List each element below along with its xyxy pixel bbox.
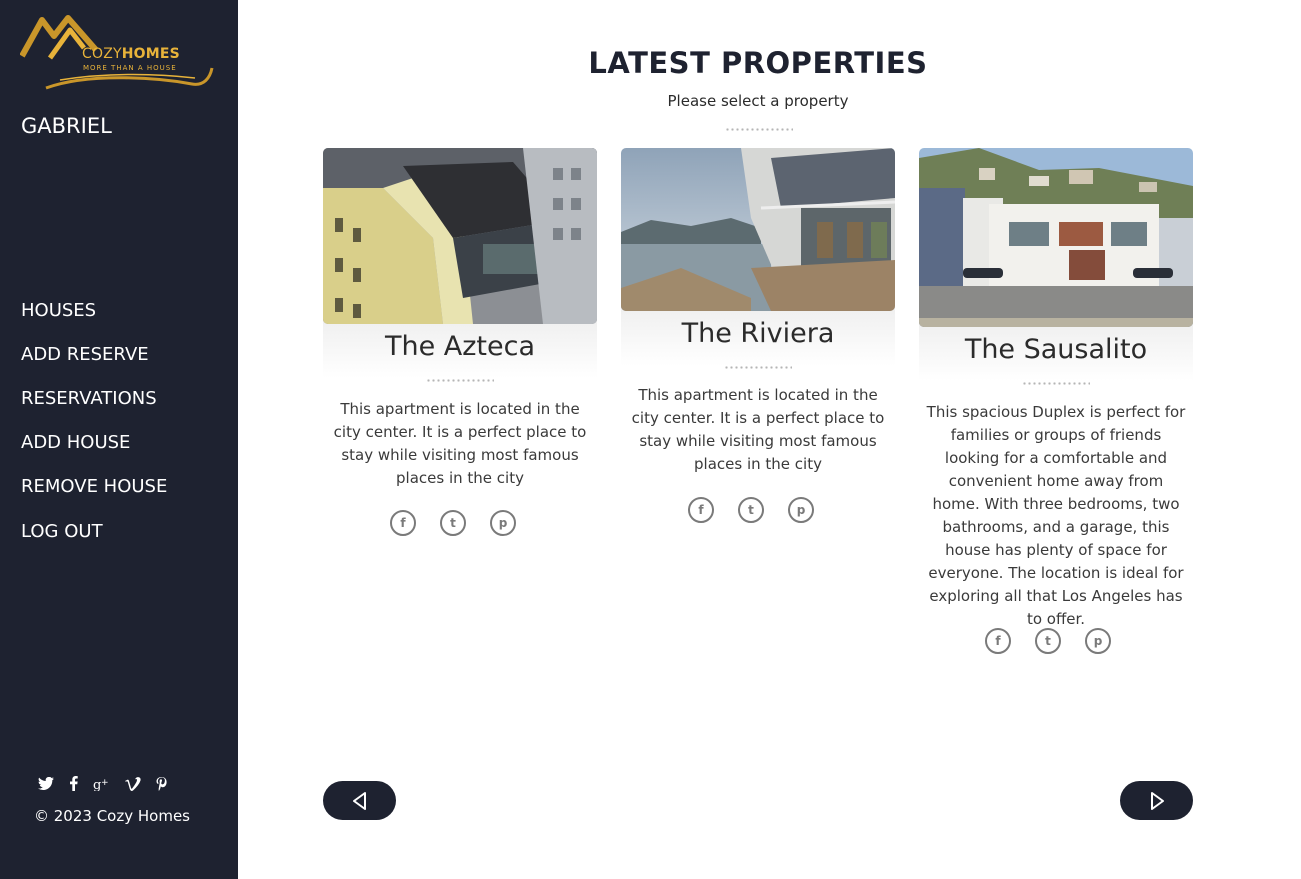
- page-title: LATEST PROPERTIES: [588, 46, 928, 80]
- nav-add-reserve[interactable]: ADD RESERVE: [21, 342, 167, 386]
- property-image: [919, 148, 1193, 327]
- facebook-icon[interactable]: f: [390, 510, 416, 536]
- cozy-homes-logo[interactable]: COZYHOMES MORE THAN A HOUSE: [20, 14, 216, 92]
- nav-reservations[interactable]: RESERVATIONS: [21, 386, 167, 430]
- twitter-icon[interactable]: t: [1035, 628, 1061, 654]
- facebook-icon[interactable]: f: [985, 628, 1011, 654]
- property-name[interactable]: The Azteca: [323, 331, 597, 362]
- nav-add-house[interactable]: ADD HOUSE: [21, 430, 167, 474]
- logo-brand-bold: HOMES: [121, 46, 180, 62]
- title-divider: [725, 128, 793, 131]
- property-share-icons: f t p: [688, 497, 814, 523]
- carousel-next-button[interactable]: [1120, 781, 1193, 820]
- twitter-icon[interactable]: [38, 777, 54, 790]
- property-description: This spacious Duplex is perfect for fami…: [926, 403, 1186, 628]
- property-share-icons: f t p: [390, 510, 516, 536]
- sidebar-social-links: g +: [38, 776, 167, 791]
- name-divider: [1022, 382, 1090, 385]
- pinterest-icon[interactable]: p: [788, 497, 814, 523]
- triangle-left-icon: [352, 791, 366, 810]
- svg-text:+: +: [101, 778, 109, 788]
- sidebar-nav: HOUSES ADD RESERVE RESERVATIONS ADD HOUS…: [21, 298, 167, 563]
- property-description: This apartment is located in the city ce…: [333, 400, 587, 487]
- property-image: [323, 148, 597, 324]
- property-photo-sausalito[interactable]: [919, 148, 1193, 327]
- name-divider: [426, 379, 494, 382]
- twitter-icon[interactable]: t: [440, 510, 466, 536]
- twitter-icon[interactable]: t: [738, 497, 764, 523]
- name-divider: [724, 366, 792, 369]
- property-card-azteca[interactable]: The Azteca This apartment is located in …: [323, 148, 597, 548]
- facebook-icon[interactable]: [69, 776, 78, 791]
- username: GABRIEL: [21, 114, 112, 138]
- google-plus-icon[interactable]: g +: [93, 777, 110, 791]
- copyright-text: © 2023 Cozy Homes: [34, 807, 190, 825]
- logo-tagline: MORE THAN A HOUSE: [83, 64, 177, 72]
- vimeo-icon[interactable]: [125, 776, 141, 791]
- property-image: [621, 148, 895, 311]
- nav-log-out[interactable]: LOG OUT: [21, 519, 167, 563]
- property-share-icons: f t p: [985, 628, 1111, 654]
- pinterest-icon[interactable]: p: [1085, 628, 1111, 654]
- logo-brand: COZYHOMES: [82, 46, 180, 62]
- pinterest-icon[interactable]: p: [490, 510, 516, 536]
- page-subtitle: Please select a property: [667, 92, 849, 110]
- property-photo-riviera[interactable]: [621, 148, 895, 311]
- logo-brand-light: COZY: [82, 46, 122, 62]
- facebook-icon[interactable]: f: [688, 497, 714, 523]
- property-card-sausalito[interactable]: The Sausalito This spacious Duplex is pe…: [919, 148, 1193, 668]
- pinterest-icon[interactable]: [156, 776, 167, 791]
- triangle-right-icon: [1150, 791, 1164, 810]
- property-photo-azteca[interactable]: [323, 148, 597, 324]
- nav-houses[interactable]: HOUSES: [21, 298, 167, 342]
- sidebar: COZYHOMES MORE THAN A HOUSE GABRIEL HOUS…: [0, 0, 238, 879]
- property-description: This apartment is located in the city ce…: [631, 386, 885, 473]
- property-name[interactable]: The Riviera: [621, 318, 895, 349]
- carousel-prev-button[interactable]: [323, 781, 396, 820]
- nav-remove-house[interactable]: REMOVE HOUSE: [21, 474, 167, 518]
- property-card-riviera[interactable]: The Riviera This apartment is located in…: [621, 148, 895, 528]
- property-name[interactable]: The Sausalito: [919, 334, 1193, 365]
